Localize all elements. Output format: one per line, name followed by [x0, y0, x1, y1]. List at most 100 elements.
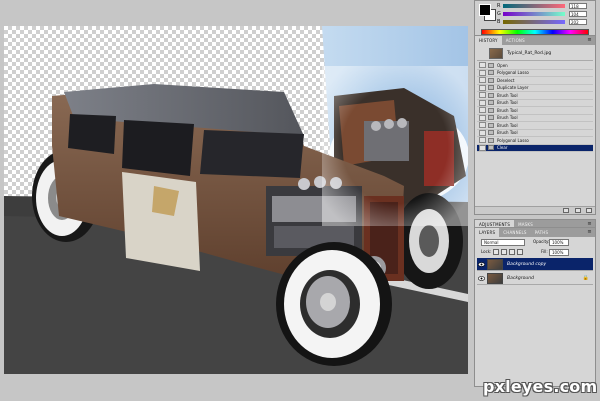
- history-item-label: Brush Tool: [497, 92, 518, 98]
- layer-thumbnail: [487, 258, 503, 270]
- layer-row[interactable]: Background 🔒: [477, 272, 593, 285]
- history-item-label: Deselect: [497, 77, 515, 83]
- slider-track[interactable]: [503, 4, 565, 8]
- history-item-label: Polygonal Lasso: [497, 70, 529, 76]
- history-item-label: Brush Tool: [497, 115, 518, 121]
- new-document-icon[interactable]: [563, 208, 569, 213]
- history-footer: [475, 206, 595, 214]
- trash-icon[interactable]: [586, 208, 592, 213]
- history-item-label: Clear: [497, 145, 508, 151]
- history-source-box[interactable]: [479, 62, 486, 69]
- slider-label: G: [497, 11, 501, 17]
- layers-panel: LAYERS CHANNELS PATHS ≡ Normal Opacity: …: [474, 227, 596, 387]
- fill-field[interactable]: 100%: [549, 249, 569, 256]
- brush-icon: [488, 92, 494, 98]
- tab-history[interactable]: HISTORY: [475, 36, 502, 45]
- new-snapshot-icon[interactable]: [575, 208, 581, 213]
- history-source-box[interactable]: [479, 137, 486, 144]
- eye-icon[interactable]: [477, 259, 485, 270]
- eye-icon[interactable]: [477, 273, 485, 284]
- history-item[interactable]: Brush Tool: [477, 99, 593, 107]
- history-item-label: Brush Tool: [497, 107, 518, 113]
- history-item[interactable]: Polygonal Lasso: [477, 137, 593, 145]
- slider-track[interactable]: [503, 12, 565, 16]
- history-source-box[interactable]: [479, 69, 486, 76]
- history-item-label: Duplicate Layer: [497, 85, 529, 91]
- color-panel: R 118 G 104 B 202: [474, 0, 596, 37]
- panel-menu-icon[interactable]: ≡: [586, 37, 593, 43]
- lasso-icon: [488, 137, 494, 143]
- history-source-box[interactable]: [479, 114, 486, 121]
- history-item-selected[interactable]: Clear: [477, 144, 593, 152]
- history-item[interactable]: Duplicate Layer: [477, 84, 593, 92]
- brush-icon: [488, 107, 494, 113]
- slider-value[interactable]: 202: [569, 19, 587, 25]
- history-source-box[interactable]: [479, 99, 486, 106]
- history-item-label: Open: [497, 62, 508, 68]
- lock-transparent-icon[interactable]: [493, 249, 499, 255]
- rat-rod-photo: [4, 26, 468, 374]
- opacity-label: Opacity:: [533, 239, 550, 244]
- history-item[interactable]: Polygonal Lasso: [477, 69, 593, 77]
- history-panel: HISTORY ACTIONS ≡ Typical_Rat_Rod.jpg Op…: [474, 35, 596, 215]
- lock-label: Lock:: [481, 249, 492, 254]
- history-item-label: Brush Tool: [497, 100, 518, 106]
- blend-mode-select[interactable]: Normal: [481, 239, 525, 246]
- lock-fill-row: Lock: Fill: 100%: [477, 248, 593, 257]
- history-item[interactable]: Open: [477, 62, 593, 70]
- history-source-box[interactable]: [479, 107, 486, 114]
- layers-tabbar: LAYERS CHANNELS PATHS: [475, 228, 595, 237]
- snapshot-name: Typical_Rat_Rod.jpg: [507, 51, 552, 56]
- document-canvas[interactable]: [4, 26, 468, 374]
- layer-options-row: Normal Opacity: 100%: [477, 238, 593, 247]
- history-item[interactable]: Deselect: [477, 77, 593, 85]
- slider-track[interactable]: [503, 20, 565, 24]
- lock-all-icon[interactable]: [517, 249, 523, 255]
- history-source-box[interactable]: [479, 84, 486, 91]
- history-item-label: Polygonal Lasso: [497, 137, 529, 143]
- history-step-icon: [488, 77, 494, 83]
- fill-label: Fill:: [541, 249, 548, 254]
- snapshot-thumbnail: [489, 48, 503, 59]
- tab-actions[interactable]: ACTIONS: [502, 36, 529, 45]
- brush-icon: [488, 122, 494, 128]
- history-tabbar: HISTORY ACTIONS: [475, 36, 595, 45]
- history-step-icon: [488, 85, 494, 91]
- history-step-icon: [488, 70, 494, 76]
- history-source-box[interactable]: [479, 122, 486, 129]
- history-source-box[interactable]: [479, 144, 486, 151]
- slider-value[interactable]: 104: [569, 11, 587, 17]
- photoshop-workspace: R 118 G 104 B 202 HISTORY ACTIONS ≡ Typi…: [0, 0, 600, 401]
- tab-layers[interactable]: LAYERS: [475, 228, 500, 237]
- color-slider-blue[interactable]: B 202: [497, 19, 587, 26]
- lock-image-icon[interactable]: [501, 249, 507, 255]
- slider-value[interactable]: 118: [569, 3, 587, 9]
- history-item[interactable]: Brush Tool: [477, 107, 593, 115]
- tab-channels[interactable]: CHANNELS: [499, 228, 530, 237]
- history-snapshot[interactable]: Typical_Rat_Rod.jpg: [477, 47, 593, 61]
- clear-icon: [488, 145, 494, 151]
- history-item[interactable]: Brush Tool: [477, 114, 593, 122]
- history-item[interactable]: Brush Tool: [477, 129, 593, 137]
- history-source-box[interactable]: [479, 92, 486, 99]
- history-source-box[interactable]: [479, 129, 486, 136]
- history-item[interactable]: Brush Tool: [477, 122, 593, 130]
- color-slider-green[interactable]: G 104: [497, 11, 587, 18]
- panel-menu-icon[interactable]: ≡: [586, 229, 593, 235]
- lock-icon: 🔒: [582, 275, 589, 281]
- foreground-color-swatch[interactable]: [479, 4, 491, 16]
- history-step-icon: [488, 62, 494, 68]
- tab-paths[interactable]: PATHS: [531, 228, 553, 237]
- history-item-label: Brush Tool: [497, 130, 518, 136]
- history-list: Open Polygonal Lasso Deselect Duplicate …: [477, 62, 593, 152]
- lock-position-icon[interactable]: [509, 249, 515, 255]
- brush-icon: [488, 130, 494, 136]
- color-slider-red[interactable]: R 118: [497, 3, 587, 10]
- layer-name: Background: [507, 275, 534, 281]
- brush-icon: [488, 100, 494, 106]
- history-item[interactable]: Brush Tool: [477, 92, 593, 100]
- watermark-logo: pxleyes.com: [483, 377, 598, 396]
- layer-row-selected[interactable]: Background copy: [477, 258, 593, 271]
- opacity-field[interactable]: 100%: [549, 239, 569, 246]
- history-source-box[interactable]: [479, 77, 486, 84]
